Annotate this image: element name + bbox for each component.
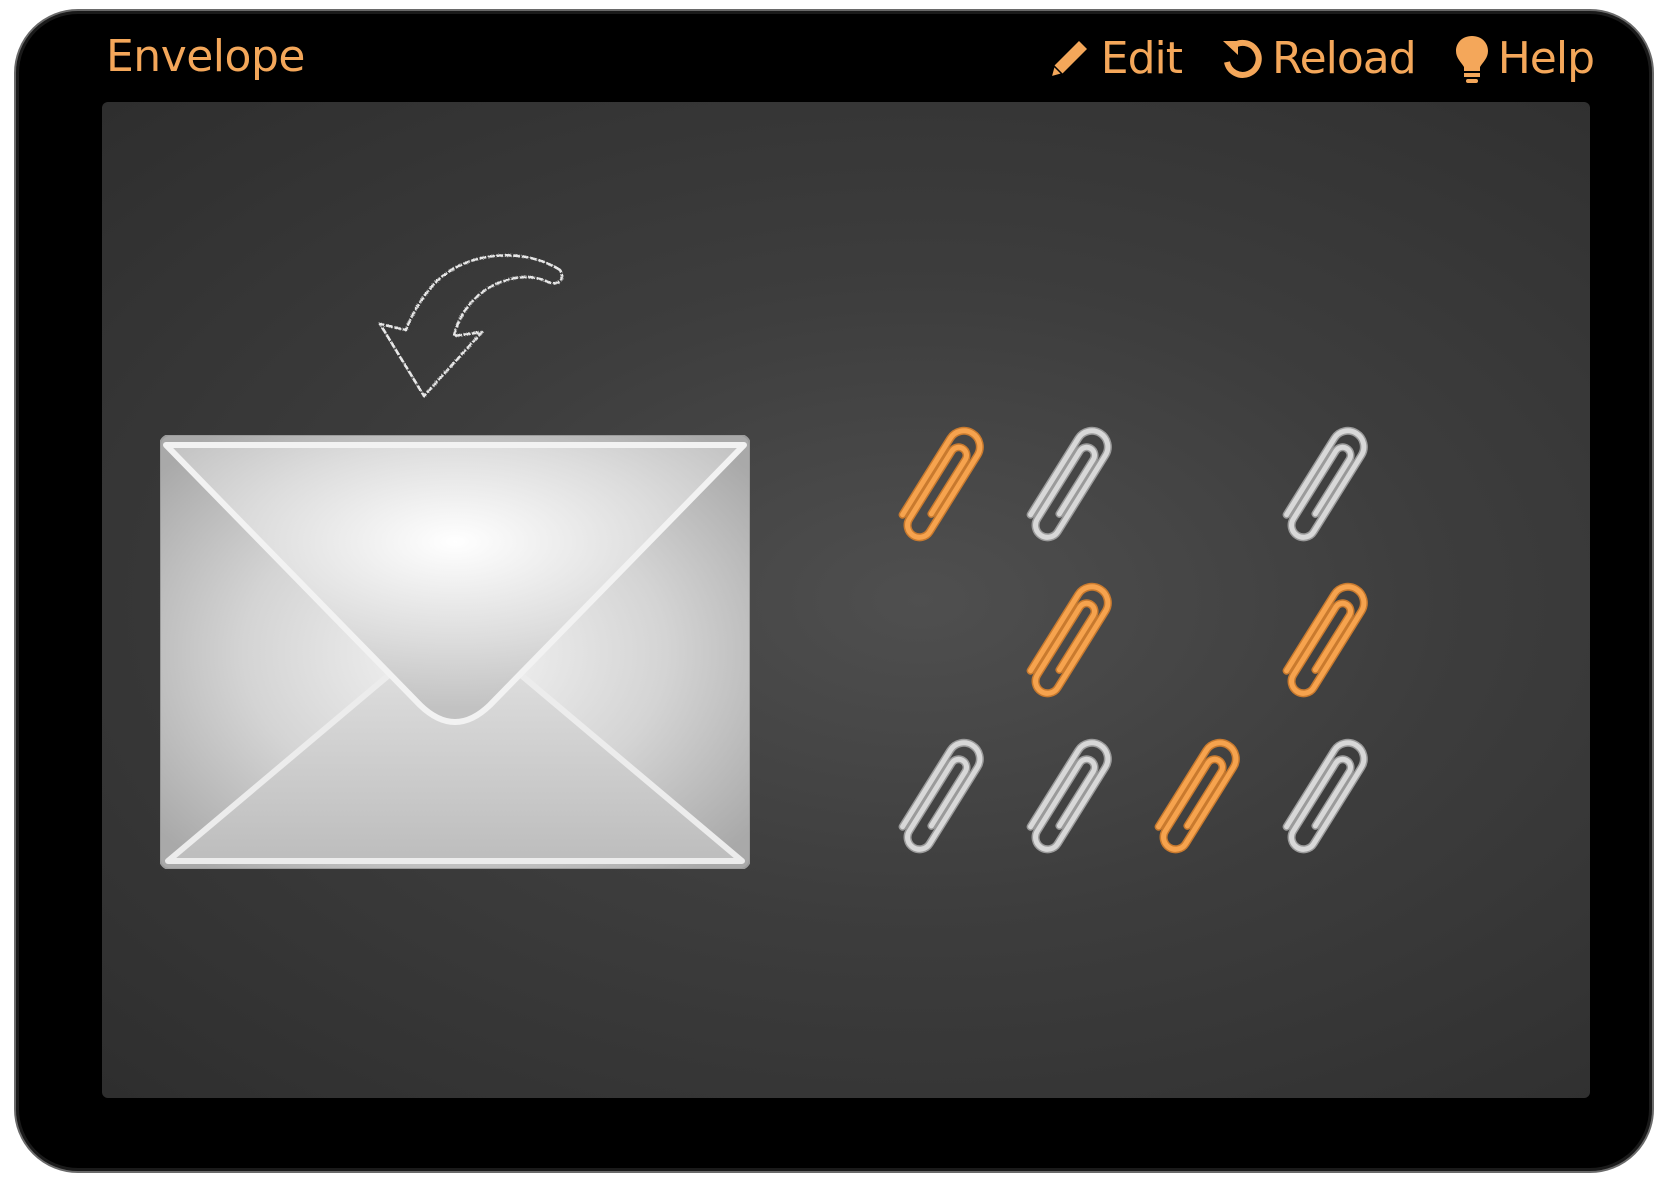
device-frame: Envelope Edit Reload Help [14,9,1654,1173]
help-label: Help [1497,33,1595,84]
paperclip-orange-icon[interactable] [1008,566,1128,716]
edit-label: Edit [1100,33,1183,84]
reload-label: Reload [1271,33,1417,84]
app-title: Envelope [106,31,305,82]
pencil-icon [1043,33,1095,85]
edit-button[interactable]: Edit [1043,31,1183,87]
help-button[interactable]: Help [1452,31,1595,87]
reload-button[interactable]: Reload [1218,31,1417,87]
paperclip-silver-icon[interactable] [880,722,1000,872]
paperclip-silver-icon[interactable] [1008,410,1128,560]
reload-icon [1218,35,1266,83]
paperclip-silver-icon[interactable] [1264,722,1384,872]
paperclip-silver-icon[interactable] [1264,410,1384,560]
paperclip-orange-icon[interactable] [880,410,1000,560]
envelope-icon[interactable] [160,435,750,869]
paperclip-orange-icon[interactable] [1264,566,1384,716]
game-board [102,102,1590,1098]
curved-arrow-icon [378,254,564,398]
paperclip-orange-icon[interactable] [1136,722,1256,872]
paperclip-silver-icon[interactable] [1008,722,1128,872]
lightbulb-icon [1452,33,1492,85]
toolbar: Edit Reload Help [1043,29,1595,89]
